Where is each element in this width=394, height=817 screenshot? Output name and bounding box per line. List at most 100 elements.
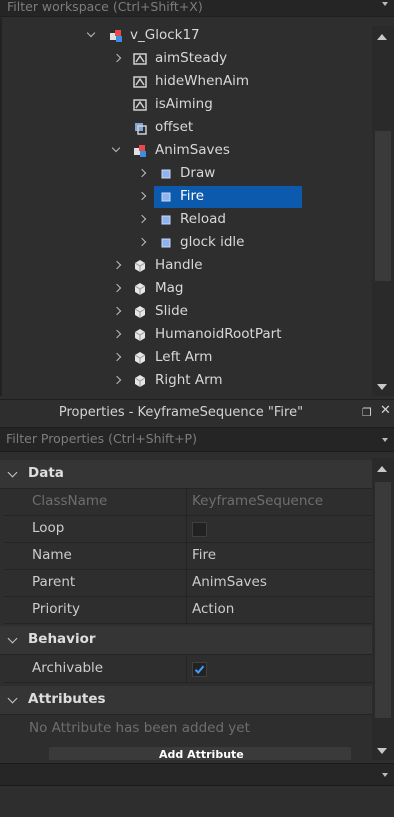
- chevron-right-icon[interactable]: [111, 346, 123, 369]
- tree-item-fire[interactable]: Fire: [2, 185, 372, 208]
- chevron-right-icon[interactable]: [111, 47, 123, 70]
- tree-item-label: glock idle: [180, 234, 245, 250]
- tree-item-aimsteady[interactable]: aimSteady: [2, 47, 372, 70]
- chevron-right-icon[interactable]: [111, 254, 123, 277]
- column-divider: [186, 570, 187, 596]
- tree-item-mag[interactable]: Mag: [2, 277, 372, 300]
- chevron-right-icon[interactable]: [111, 300, 123, 323]
- command-bar[interactable]: [0, 763, 394, 786]
- tree-item-label: Right Arm: [155, 372, 223, 388]
- archivable-checkbox[interactable]: [192, 662, 207, 677]
- chevron-down-icon[interactable]: [86, 24, 98, 47]
- properties-scrollbar[interactable]: [372, 458, 394, 760]
- loop-checkbox[interactable]: [192, 522, 207, 537]
- bool-value-icon: [132, 97, 148, 113]
- tree-item-offset[interactable]: offset: [2, 116, 372, 139]
- property-row-classname: ClassName KeyframeSequence: [4, 489, 372, 516]
- chevron-down-icon[interactable]: [7, 633, 18, 644]
- explorer-filter-input[interactable]: Filter workspace (Ctrl+Shift+X): [7, 0, 203, 14]
- tree-item-label: aimSteady: [155, 50, 228, 66]
- tree-item-humanoidrootpart[interactable]: HumanoidRootPart: [2, 323, 372, 346]
- properties-header: Properties - KeyframeSequence "Fire" ❐ ✕: [0, 399, 394, 426]
- chevron-down-icon[interactable]: [7, 467, 18, 478]
- keyframe-sequence-icon: [158, 166, 174, 182]
- section-label: Data: [28, 465, 64, 481]
- property-name: Name: [32, 547, 72, 563]
- keyframe-sequence-icon: [158, 212, 174, 228]
- chevron-right-icon[interactable]: [111, 277, 123, 300]
- tree-item-label: v_Glock17: [130, 27, 200, 43]
- tree-item-slide[interactable]: Slide: [2, 300, 372, 323]
- tree-item-isaiming[interactable]: isAiming: [2, 93, 372, 116]
- properties-grid: Data ClassName KeyframeSequence Loop Nam…: [0, 458, 372, 760]
- add-attribute-label: Add Attribute: [159, 748, 244, 760]
- property-row-loop[interactable]: Loop: [4, 516, 372, 543]
- property-name: ClassName: [32, 493, 108, 509]
- section-label: Behavior: [28, 631, 96, 647]
- chevron-right-icon[interactable]: [136, 208, 148, 231]
- tree-item-left-arm[interactable]: Left Arm: [2, 346, 372, 369]
- tree-item-label: Handle: [155, 257, 203, 273]
- property-row-archivable[interactable]: Archivable: [4, 656, 372, 683]
- property-row-parent[interactable]: Parent AnimSaves: [4, 570, 372, 597]
- tree-item-v-glock17[interactable]: v_Glock17: [2, 24, 372, 47]
- chevron-right-icon[interactable]: [136, 162, 148, 185]
- tree-item-reload[interactable]: Reload: [2, 208, 372, 231]
- cframe-value-icon: [132, 120, 148, 136]
- tree-item-handle[interactable]: Handle: [2, 254, 372, 277]
- scroll-up-icon[interactable]: [377, 466, 387, 472]
- chevron-right-icon[interactable]: [136, 185, 148, 208]
- tree-item-label: AnimSaves: [155, 142, 230, 158]
- section-data[interactable]: Data: [0, 460, 372, 489]
- chevron-right-icon[interactable]: [111, 369, 123, 392]
- explorer-filter-bar[interactable]: Filter workspace (Ctrl+Shift+X): [0, 0, 394, 17]
- tree-item-draw[interactable]: Draw: [2, 162, 372, 185]
- scroll-down-icon[interactable]: [377, 384, 387, 390]
- column-divider: [186, 516, 187, 542]
- tree-item-label: HumanoidRootPart: [155, 326, 282, 342]
- property-row-name[interactable]: Name Fire: [4, 543, 372, 570]
- chevron-down-icon[interactable]: [7, 693, 18, 704]
- property-value[interactable]: Action: [192, 601, 234, 617]
- tree-item-label: Draw: [180, 165, 216, 181]
- scrollbar-thumb[interactable]: [375, 131, 391, 281]
- restore-window-icon[interactable]: ❐: [362, 406, 372, 420]
- tree-item-label: Reload: [180, 211, 226, 227]
- keyframe-sequence-icon: [158, 189, 174, 205]
- column-divider: [186, 543, 187, 569]
- property-name: Parent: [32, 574, 76, 590]
- tree-item-animsaves[interactable]: AnimSaves: [2, 139, 372, 162]
- section-behavior[interactable]: Behavior: [0, 626, 372, 655]
- selection-highlight: [154, 186, 302, 208]
- chevron-down-icon[interactable]: [382, 438, 388, 442]
- properties-filter-bar[interactable]: Filter Properties (Ctrl+Shift+P): [0, 427, 394, 452]
- tree-item-glock-idle[interactable]: glock idle: [2, 231, 372, 254]
- chevron-right-icon[interactable]: [111, 323, 123, 346]
- add-attribute-button[interactable]: Add Attribute: [49, 747, 351, 760]
- tree-item-label: hideWhenAim: [155, 73, 250, 89]
- property-value[interactable]: AnimSaves: [192, 574, 267, 590]
- chevron-down-icon[interactable]: [382, 773, 388, 777]
- chevron-down-icon[interactable]: [382, 2, 388, 6]
- explorer-scrollbar[interactable]: [372, 26, 394, 396]
- property-row-priority[interactable]: Priority Action: [4, 597, 372, 624]
- scroll-up-icon[interactable]: [377, 34, 387, 40]
- explorer-tree: v_Glock17 aimSteady hideWhenAim isAiming…: [0, 18, 372, 396]
- close-icon[interactable]: ✕: [380, 404, 391, 418]
- scrollbar-thumb[interactable]: [375, 482, 391, 718]
- property-name: Archivable: [32, 660, 104, 676]
- attributes-empty-text: No Attribute has been added yet: [29, 720, 250, 736]
- tree-item-hidewhenaim[interactable]: hideWhenAim: [2, 70, 372, 93]
- chevron-down-icon[interactable]: [111, 139, 123, 162]
- part-icon: [132, 350, 148, 366]
- scroll-down-icon[interactable]: [377, 748, 387, 754]
- column-divider: [186, 597, 187, 623]
- section-attributes[interactable]: Attributes: [0, 686, 372, 715]
- tree-item-right-arm[interactable]: Right Arm: [2, 369, 372, 392]
- column-divider: [186, 489, 187, 515]
- chevron-right-icon[interactable]: [136, 231, 148, 254]
- property-value[interactable]: Fire: [192, 547, 216, 563]
- tree-item-label: Mag: [155, 280, 184, 296]
- attributes-empty-row: No Attribute has been added yet: [4, 716, 372, 743]
- properties-filter-input[interactable]: Filter Properties (Ctrl+Shift+P): [6, 431, 197, 446]
